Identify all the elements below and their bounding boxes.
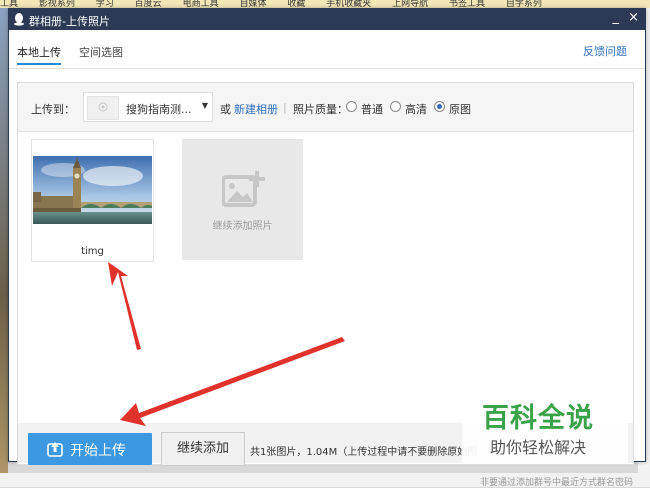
close-button[interactable]: × (628, 10, 639, 25)
quality-option-label: 原图 (449, 103, 471, 116)
photo-thumbnail (33, 156, 152, 224)
watermark-title: 百科全说 (482, 403, 594, 434)
watermark: 百科全说 助你轻松解决 (462, 394, 628, 464)
upload-to-label: 上传到： (31, 103, 75, 116)
album-cover-thumbnail (87, 96, 119, 120)
tab-local-upload[interactable]: 本地上传 (17, 44, 61, 65)
quality-option-label: 普通 (361, 103, 383, 116)
new-album-link[interactable]: 新建相册 (234, 101, 278, 117)
feedback-link[interactable]: 反馈问题 (583, 43, 627, 59)
add-more-photos-tile[interactable]: 继续添加照片 (182, 139, 303, 260)
tab-bar: 本地上传 空间选图 反馈问题 (9, 30, 645, 69)
album-name: 搜狗指南测... (126, 103, 192, 116)
photo-name: timg (81, 246, 104, 257)
big-ben-photo (33, 156, 152, 224)
start-upload-button[interactable]: 开始上传 (28, 433, 152, 465)
divider: | (283, 101, 287, 114)
tab-space-select[interactable]: 空间选图 (79, 44, 123, 60)
bookmark: 影视系列 (38, 0, 75, 8)
background-bookmark-bar: 工具 影视系列 学习 百度云 电商工具 自媒体 收藏 手机收藏夹 上网导航 书签… (0, 0, 650, 8)
background-image-strip (0, 8, 8, 487)
title-bar[interactable]: 群相册-上传照片 _ × (9, 9, 645, 30)
album-placeholder-icon (98, 102, 108, 112)
bookmark: 百度云 (134, 0, 162, 8)
add-more-label: 继续添加照片 (212, 221, 273, 232)
background-bottom-strip: 非要通过添加群号中最近方式群名密码 (0, 473, 650, 488)
bookmark: 收藏 (287, 0, 306, 8)
quality-radio-normal[interactable] (346, 101, 357, 112)
bookmark: 上网导航 (392, 0, 429, 8)
photo-card[interactable]: timg (31, 139, 154, 262)
bookmark: 电商工具 (182, 0, 219, 8)
upload-summary-text: 共1张图片，1.04M（上传过程中请不要删除原始图 (250, 447, 478, 458)
quality-radio-original[interactable] (434, 101, 445, 112)
start-upload-label: 开始上传 (70, 443, 126, 459)
quality-radio-hd[interactable] (390, 101, 401, 112)
or-text: 或 (220, 103, 231, 116)
bookmark: 自学系列 (505, 0, 542, 8)
window-title: 群相册-上传照片 (29, 15, 110, 28)
chevron-down-icon: ▼ (201, 101, 208, 110)
continue-add-button[interactable]: 继续添加 (161, 432, 245, 466)
minimize-button[interactable]: _ (613, 10, 620, 25)
album-dropdown[interactable]: 搜狗指南测... ▼ (83, 92, 213, 122)
bookmark: 书签工具 (449, 0, 486, 8)
upload-icon (47, 442, 63, 457)
bookmark: 工具 (0, 0, 19, 8)
bookmark: 自媒体 (239, 0, 267, 8)
add-photo-icon (222, 171, 265, 207)
bookmark: 学习 (95, 0, 114, 8)
bookmark: 手机收藏夹 (326, 0, 372, 8)
background-bottom-text: 非要通过添加群号中最近方式群名密码 (480, 478, 634, 488)
quality-option-label: 高清 (405, 103, 427, 116)
upload-toolbar: 上传到： 搜狗指南测... ▼ 或 新建相册 | 照片质量： 普通 高清 原图 (18, 83, 633, 132)
quality-label: 照片质量： (293, 103, 348, 116)
qq-penguin-icon (14, 13, 24, 26)
watermark-subtitle: 助你轻松解决 (490, 438, 587, 457)
